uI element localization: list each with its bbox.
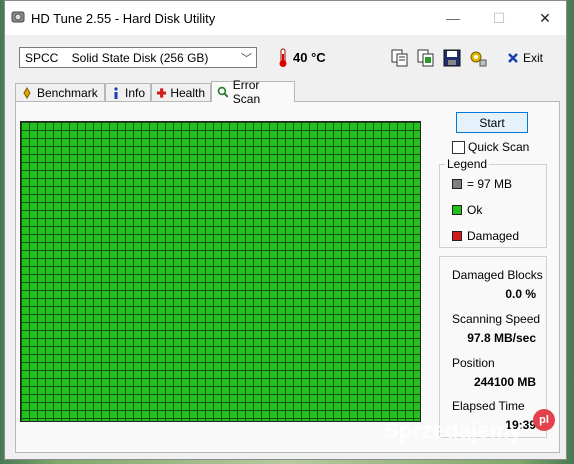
drive-select[interactable]: SPCC Solid State Disk (256 GB) ﹀ [19,47,257,68]
copy-info-icon[interactable] [416,48,436,68]
tab-health[interactable]: Health [151,83,211,101]
exit-label: Exit [523,50,544,65]
tab-error-scan[interactable]: Error Scan [211,78,295,106]
search-icon [217,86,229,98]
elapsed-time-label: Elapsed Time [452,399,525,413]
quick-scan-checkbox[interactable]: Quick Scan [452,140,529,154]
scanning-speed-label: Scanning Speed [452,312,541,326]
legend-label: = 97 MB [467,177,513,191]
swatch-gray [452,179,462,189]
checkbox-box[interactable] [452,140,465,154]
legend-label: Damaged [467,229,520,243]
window-title: HD Tune 2.55 - Hard Disk Utility [31,11,216,26]
swatch-red [452,231,462,241]
scanning-speed-value: 97.8 MB/sec [467,331,536,345]
exit-button[interactable]: Exit [503,46,549,69]
drive-select-value: SPCC Solid State Disk (256 GB) [25,51,209,65]
temperature-value: 40 °C [293,50,326,65]
legend-item-block-size: = 97 MB [452,177,512,191]
minimize-button[interactable]: — [430,1,476,35]
copy-icon[interactable] [390,48,410,68]
watermark-badge: pl [533,409,555,431]
tab-label: Info [124,85,145,100]
legend-item-ok: Ok [452,203,482,217]
thermometer-icon [279,48,287,67]
toolbar: SPCC Solid State Disk (256 GB) ﹀ 40 °C E… [5,35,566,81]
tab-label: Health [170,85,205,100]
benchmark-icon [23,86,31,99]
legend-item-damaged: Damaged [452,229,519,243]
maximize-button[interactable]: ☐ [476,1,522,35]
damaged-blocks-label: Damaged Blocks [452,268,543,282]
position-label: Position [452,356,495,370]
legend-title: Legend [445,157,490,171]
tab-label: Error Scan [232,78,261,106]
save-icon[interactable] [442,48,462,68]
swatch-green [452,205,462,215]
damaged-blocks-value: 0.0 % [505,287,536,301]
legend-label: Ok [467,203,483,217]
scan-block-map [20,121,421,422]
tab-info[interactable]: Info [105,83,151,101]
position-value: 244100 MB [473,375,536,389]
tab-benchmark[interactable]: Benchmark [15,83,105,101]
quick-scan-label: Quick Scan [468,140,530,154]
title-bar: HD Tune 2.55 - Hard Disk Utility — ☐ ✕ [5,1,566,35]
close-button[interactable]: ✕ [522,1,568,35]
start-button[interactable]: Start [456,112,528,133]
tab-label: Benchmark [37,85,98,100]
options-icon[interactable] [468,48,488,68]
app-icon [11,11,25,23]
stats-box: Damaged Blocks 0.0 % Scanning Speed 97.8… [439,256,547,438]
legend-box: = 97 MB Ok Damaged [439,164,547,248]
info-icon [114,86,118,99]
exit-icon [508,52,518,63]
watermark-text: Sprzedajemy [384,418,522,443]
chevron-down-icon: ﹀ [241,53,252,65]
health-icon [157,87,167,98]
